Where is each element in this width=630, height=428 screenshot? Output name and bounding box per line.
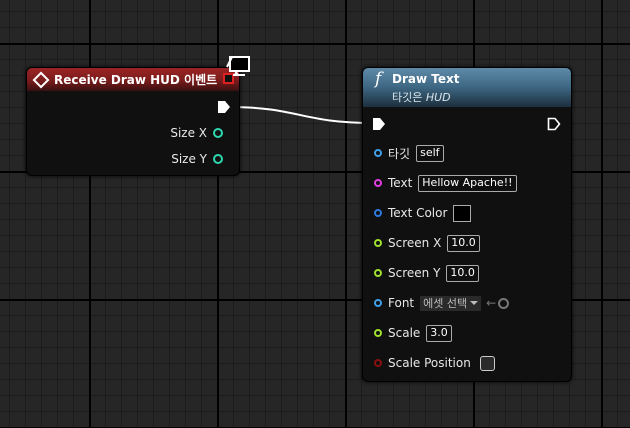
exec-out-pin[interactable] [547,117,561,131]
draw-node-subtitle: 타깃은 HUD [392,91,451,104]
text-input[interactable]: Hellow Apache!! [418,174,517,192]
chevron-down-icon [470,301,479,305]
size-x-pin[interactable] [213,128,223,138]
screen-x-pin[interactable] [374,239,382,247]
text-color-swatch[interactable] [453,204,472,222]
screen-x-input[interactable]: 10.0 [447,234,480,252]
font-pin-row[interactable]: Font 에셋 선택 ← [374,293,510,313]
search-icon[interactable] [498,297,510,309]
font-asset-dropdown[interactable]: 에셋 선택 [420,295,482,311]
text-pin[interactable] [374,179,382,187]
receive-node-header[interactable]: Receive Draw HUD 이벤트 [27,68,239,91]
event-icon [32,71,50,88]
scale-position-label: Scale Position [388,356,471,370]
size-x-pin-row[interactable]: Size X [170,123,229,143]
text-label: Text [388,176,413,190]
screen-y-pin[interactable] [374,269,382,277]
size-y-pin[interactable] [213,154,223,164]
target-label: 타깃 [388,146,411,161]
size-x-label: Size X [170,126,207,140]
use-selected-arrow-icon[interactable]: ← [486,296,496,310]
scale-pin-row[interactable]: Scale 3.0 [374,323,452,343]
text-color-pin-row[interactable]: Text Color [374,203,472,223]
draw-node-header[interactable]: f Draw Text 타깃은 HUD [363,68,571,107]
scale-position-checkbox[interactable] [479,355,495,371]
text-color-label: Text Color [388,206,448,220]
screen-y-label: Screen Y [388,266,441,280]
draw-text-node[interactable]: f Draw Text 타깃은 HUD 타깃 self Text Hellow … [362,67,572,382]
size-y-label: Size Y [171,152,207,166]
screen-y-input[interactable]: 10.0 [446,264,479,282]
exec-out-pin[interactable] [217,100,231,114]
exec-in-pin[interactable] [372,117,386,131]
font-pin[interactable] [374,299,382,307]
text-color-pin[interactable] [374,209,382,217]
font-label: Font [388,296,415,310]
receive-node-title: Receive Draw HUD 이벤트 [54,73,218,87]
scale-position-pin[interactable] [374,359,382,367]
target-pin[interactable] [374,149,382,157]
screen-x-label: Screen X [388,236,442,250]
target-pin-row[interactable]: 타깃 self [374,143,444,163]
function-icon: f [375,69,382,89]
scale-position-pin-row[interactable]: Scale Position [374,353,495,373]
draw-node-title: Draw Text [392,72,460,86]
scale-label: Scale [388,326,421,340]
receive-draw-hud-node[interactable]: Receive Draw HUD 이벤트 Size X Size Y [26,67,240,176]
text-pin-row[interactable]: Text Hellow Apache!! [374,173,517,193]
scale-pin[interactable] [374,329,382,337]
target-value: self [416,144,444,162]
size-y-pin-row[interactable]: Size Y [171,149,229,169]
screen-x-pin-row[interactable]: Screen X 10.0 [374,233,480,253]
screen-y-pin-row[interactable]: Screen Y 10.0 [374,263,479,283]
scale-input[interactable]: 3.0 [426,324,452,342]
monitor-icon [226,56,250,76]
